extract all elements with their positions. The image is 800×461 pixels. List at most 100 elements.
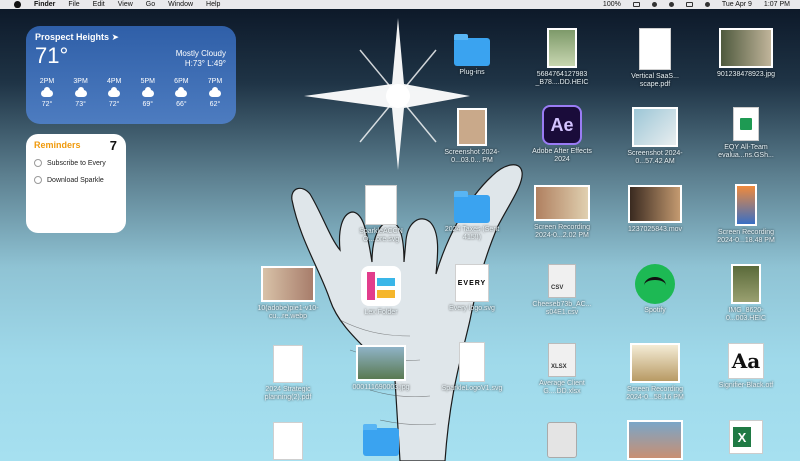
desktop-icon-sparkle-logo[interactable]: SparkleLogoV1.svg bbox=[436, 342, 508, 393]
desktop-icon-sparkleaccn[interactable]: SparkleACCN O....ore.svg bbox=[345, 185, 417, 244]
xlsx-file-icon: XLSX bbox=[548, 343, 576, 377]
image-thumbnail bbox=[356, 345, 406, 381]
reminder-item[interactable]: Download Sparkle bbox=[34, 176, 118, 184]
folder-icon bbox=[363, 424, 399, 456]
weather-city: Prospect Heights ➤ bbox=[35, 32, 120, 42]
apple-icon[interactable] bbox=[14, 1, 21, 8]
control-center-icon[interactable] bbox=[685, 2, 693, 7]
desktop-icon-screenshot1[interactable]: Screenshot 2024-0...03.0... PM bbox=[436, 108, 508, 165]
weather-hour: 6PM 66° bbox=[174, 78, 189, 108]
desktop-icon-heic2[interactable]: IMG_8620-0...003.HEIC bbox=[710, 264, 782, 323]
siri-icon[interactable] bbox=[704, 2, 710, 7]
menu-date[interactable]: Tue Apr 9 bbox=[722, 1, 752, 8]
image-thumbnail bbox=[547, 28, 577, 68]
cloud-icon bbox=[108, 87, 121, 97]
video-thumbnail bbox=[534, 185, 590, 221]
pdf-file-icon bbox=[273, 345, 303, 383]
menu-help[interactable]: Help bbox=[206, 1, 220, 8]
reminders-title: Reminders bbox=[34, 140, 81, 150]
menu-view[interactable]: View bbox=[118, 1, 133, 8]
image-thumbnail bbox=[632, 107, 678, 147]
image-thumbnail bbox=[627, 420, 683, 460]
weather-condition: Mostly Cloudy H:73° L:49° bbox=[175, 49, 226, 68]
desktop-icon-recording2[interactable]: Screen Recording 2024-0...18.48 PM bbox=[710, 184, 782, 245]
excel-file-icon bbox=[729, 420, 763, 454]
disk-image-icon bbox=[547, 422, 577, 458]
desktop-icon-lex-folder[interactable]: Lex Folder bbox=[345, 266, 417, 317]
battery-icon[interactable] bbox=[632, 2, 640, 7]
csv-file-icon: CSV bbox=[548, 264, 576, 298]
image-thumbnail bbox=[457, 108, 487, 146]
desktop-icon-screenshot2[interactable]: Screenshot 2024-0...57.42 AM bbox=[619, 107, 691, 166]
cloud-icon bbox=[74, 87, 87, 97]
pdf-file-icon bbox=[639, 28, 671, 70]
menu-edit[interactable]: Edit bbox=[93, 1, 105, 8]
desktop-icon-spotify[interactable]: Spotify bbox=[619, 264, 691, 315]
lex-app-icon bbox=[361, 266, 401, 306]
wifi-icon[interactable] bbox=[651, 2, 657, 7]
weather-hour: 7PM 62° bbox=[207, 78, 223, 108]
menu-time[interactable]: 1:07 PM bbox=[764, 1, 790, 8]
desktop-icon-jpg-0001[interactable]: 000111690003.jpg bbox=[345, 345, 417, 392]
search-icon[interactable] bbox=[668, 2, 674, 7]
battery-percent[interactable]: 100% bbox=[603, 1, 621, 8]
desktop-icon-photo-bottom[interactable] bbox=[619, 420, 691, 460]
desktop-icon-webp[interactable]: 10(adobe)pie1-v10-cu...re.webp bbox=[252, 266, 324, 321]
reminder-checkbox[interactable] bbox=[34, 159, 42, 167]
spotify-app-icon bbox=[635, 264, 675, 304]
weather-widget[interactable]: Prospect Heights ➤ 71° Mostly Cloudy H:7… bbox=[26, 26, 236, 124]
cloud-icon bbox=[208, 87, 221, 97]
video-thumbnail bbox=[628, 185, 682, 223]
menu-file[interactable]: File bbox=[68, 1, 79, 8]
desktop-icon-excel[interactable] bbox=[710, 420, 782, 454]
reminder-checkbox[interactable] bbox=[34, 176, 42, 184]
weather-hour: 2PM 72° bbox=[39, 78, 55, 108]
desktop-icon-heic1[interactable]: 5684764127983 _B78....DD.HEIC bbox=[526, 28, 598, 87]
image-thumbnail bbox=[261, 266, 315, 302]
desktop-icon-disk-image[interactable] bbox=[526, 422, 598, 458]
desktop-icon-csv[interactable]: CSV Cheeseb73b_AC... s04E1.csv bbox=[526, 264, 598, 317]
desktop-icon-recording3[interactable]: Screen Recording 2024-0...58.16 PM bbox=[619, 343, 691, 402]
desktop-icon-plugins[interactable]: Plug-ins bbox=[436, 34, 508, 77]
svg-file-icon bbox=[365, 185, 397, 225]
cloud-icon bbox=[141, 87, 154, 97]
desktop-icon-strategic-pdf[interactable]: 2024 Strategic planning(2).pdf bbox=[252, 345, 324, 402]
reminders-count: 7 bbox=[109, 138, 117, 153]
image-thumbnail bbox=[731, 264, 761, 304]
desktop-icon-vertical-saas[interactable]: Vertical SaaS... scape.pdf bbox=[619, 28, 691, 89]
cloud-icon bbox=[175, 87, 188, 97]
google-sheets-icon bbox=[733, 107, 759, 141]
video-thumbnail bbox=[630, 343, 680, 383]
image-thumbnail bbox=[719, 28, 773, 68]
font-file-icon: Aa bbox=[728, 343, 764, 379]
desktop-icon-recording1[interactable]: Screen Recording 2024-0...2.02 PM bbox=[526, 185, 598, 240]
menu-window[interactable]: Window bbox=[168, 1, 193, 8]
menu-go[interactable]: Go bbox=[146, 1, 155, 8]
weather-hour: 5PM 69° bbox=[140, 78, 155, 108]
video-thumbnail bbox=[735, 184, 757, 226]
svg-file-icon: EVERY bbox=[455, 264, 489, 302]
location-arrow-icon: ➤ bbox=[111, 32, 120, 42]
desktop-icon-doc-bottom[interactable] bbox=[252, 422, 324, 460]
desktop-icon-eqy-sheet[interactable]: EQY All-Team evalua...ns.GSh... bbox=[710, 107, 782, 160]
weather-current-temp: 71° bbox=[35, 43, 69, 68]
weather-hour: 3PM 73° bbox=[73, 78, 88, 108]
reminder-item[interactable]: Subscribe to Every bbox=[34, 159, 118, 167]
desktop-icon-mov[interactable]: 1237025843.mov bbox=[619, 185, 691, 234]
weather-hour: 4PM 72° bbox=[106, 78, 122, 108]
folder-icon bbox=[454, 34, 490, 66]
desktop-icon-taxes-folder[interactable]: 2024 Taxes (Sent 415!!) bbox=[436, 191, 508, 242]
cloud-icon bbox=[41, 87, 53, 97]
desktop-icon-every-logo[interactable]: EVERY Every logo.svg bbox=[436, 264, 508, 313]
svg-file-icon bbox=[459, 342, 485, 382]
reminders-widget[interactable]: Reminders 7 Subscribe to Every Download … bbox=[26, 134, 126, 233]
desktop-icon-signifier-font[interactable]: Aa Signifier-Black.otf bbox=[710, 343, 782, 390]
desktop-icon-jpg-9012[interactable]: 901238478923.jpg bbox=[710, 28, 782, 79]
desktop-icon-after-effects[interactable]: Ae Adobe After Effects 2024 bbox=[526, 105, 598, 164]
after-effects-app-icon: Ae bbox=[542, 105, 582, 145]
desktop-icon-xlsx[interactable]: XLSX Average Client G....DD.xlsx bbox=[526, 343, 598, 396]
folder-icon bbox=[454, 191, 490, 223]
menu-bar: Finder File Edit View Go Window Help 100… bbox=[0, 0, 800, 9]
menu-app-finder[interactable]: Finder bbox=[34, 1, 55, 8]
desktop-icon-folder-bottom[interactable] bbox=[345, 424, 417, 456]
